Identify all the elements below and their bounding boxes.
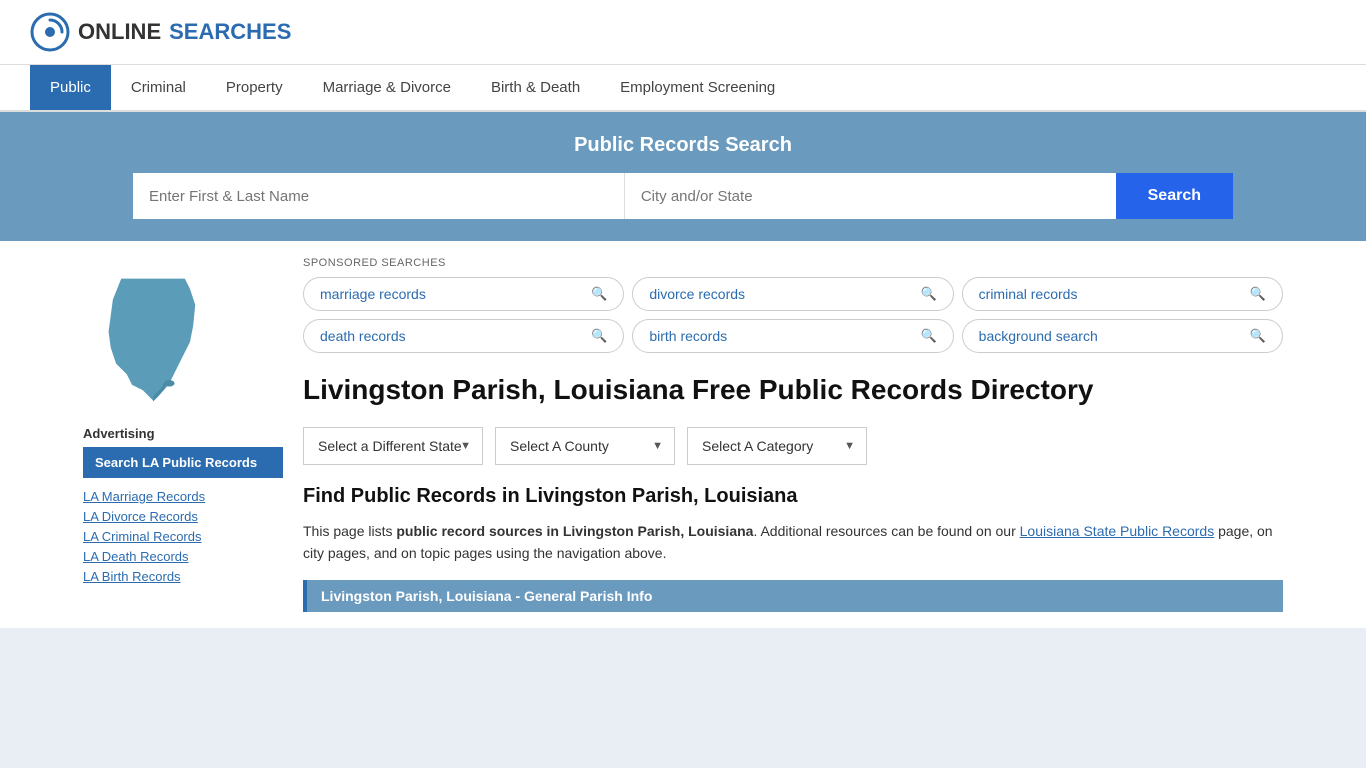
la-birth-records-link[interactable]: LA Birth Records (83, 569, 181, 584)
search-icon: 🔍 (591, 328, 607, 344)
main-content: SPONSORED SEARCHES marriage records 🔍 di… (303, 257, 1283, 612)
page-title: Livingston Parish, Louisiana Free Public… (303, 373, 1093, 407)
category-dropdown-wrapper: Select A Category (687, 427, 867, 465)
search-icon: 🔍 (591, 286, 607, 302)
list-item: LA Birth Records (83, 568, 283, 584)
search-icon: 🔍 (920, 328, 936, 344)
nav-item-marriage-divorce[interactable]: Marriage & Divorce (303, 65, 471, 110)
list-item: LA Criminal Records (83, 528, 283, 544)
sponsored-grid: marriage records 🔍 divorce records 🔍 cri… (303, 277, 1283, 353)
name-input[interactable] (133, 173, 625, 219)
dropdowns-row: Select a Different State Select A County… (303, 427, 1283, 465)
nav-item-property[interactable]: Property (206, 65, 303, 110)
sponsored-item-label: marriage records (320, 286, 426, 302)
nav-item-criminal[interactable]: Criminal (111, 65, 206, 110)
sponsored-item-death[interactable]: death records 🔍 (303, 319, 624, 353)
search-banner: Public Records Search Search (0, 112, 1366, 241)
logo-icon (30, 12, 70, 52)
sponsored-item-criminal[interactable]: criminal records 🔍 (962, 277, 1283, 311)
sponsored-item-label: death records (320, 328, 406, 344)
sponsored-item-birth[interactable]: birth records 🔍 (632, 319, 953, 353)
nav-item-public[interactable]: Public (30, 65, 111, 110)
sponsored-item-label: birth records (649, 328, 727, 344)
list-item: LA Divorce Records (83, 508, 283, 524)
find-records-title: Find Public Records in Livingston Parish… (303, 485, 1283, 508)
search-banner-title: Public Records Search (30, 134, 1336, 157)
sponsored-item-marriage[interactable]: marriage records 🔍 (303, 277, 624, 311)
sponsored-item-label: criminal records (979, 286, 1078, 302)
title-section: Livingston Parish, Louisiana Free Public… (303, 373, 1283, 407)
nav-item-employment[interactable]: Employment Screening (600, 65, 795, 110)
find-description: This page lists public record sources in… (303, 520, 1283, 565)
county-dropdown-wrapper: Select A County (495, 427, 675, 465)
description-part1: This page lists (303, 523, 396, 539)
search-form: Search (133, 173, 1233, 219)
parish-info-bar: Livingston Parish, Louisiana - General P… (303, 580, 1283, 612)
search-icon: 🔍 (1250, 328, 1266, 344)
main-nav: Public Criminal Property Marriage & Divo… (0, 65, 1366, 112)
logo: ONLINE SEARCHES (30, 12, 291, 52)
nav-item-birth-death[interactable]: Birth & Death (471, 65, 600, 110)
sponsored-item-divorce[interactable]: divorce records 🔍 (632, 277, 953, 311)
sponsored-label: SPONSORED SEARCHES (303, 257, 1283, 269)
search-icon: 🔍 (920, 286, 936, 302)
ad-button[interactable]: Search LA Public Records (83, 447, 283, 478)
location-input[interactable] (625, 173, 1116, 219)
county-dropdown[interactable]: Select A County (495, 427, 675, 465)
main-wrapper: Advertising Search LA Public Records LA … (63, 241, 1303, 628)
search-icon: 🔍 (1250, 286, 1266, 302)
logo-text-searches: SEARCHES (169, 19, 291, 45)
header: ONLINE SEARCHES (0, 0, 1366, 65)
sidebar: Advertising Search LA Public Records LA … (83, 257, 283, 612)
louisiana-map (83, 267, 223, 407)
list-item: LA Marriage Records (83, 488, 283, 504)
la-divorce-records-link[interactable]: LA Divorce Records (83, 509, 198, 524)
sponsored-item-label: background search (979, 328, 1098, 344)
sidebar-links: LA Marriage Records LA Divorce Records L… (83, 488, 283, 584)
la-criminal-records-link[interactable]: LA Criminal Records (83, 529, 202, 544)
state-dropdown[interactable]: Select a Different State (303, 427, 483, 465)
la-death-records-link[interactable]: LA Death Records (83, 549, 189, 564)
advertising-label: Advertising (83, 426, 283, 441)
logo-text-online: ONLINE (78, 19, 161, 45)
state-records-link[interactable]: Louisiana State Public Records (1020, 523, 1215, 539)
search-button[interactable]: Search (1116, 173, 1233, 219)
description-part2: . Additional resources can be found on o… (753, 523, 1019, 539)
description-bold: public record sources in Livingston Pari… (396, 523, 753, 539)
la-marriage-records-link[interactable]: LA Marriage Records (83, 489, 205, 504)
category-dropdown[interactable]: Select A Category (687, 427, 867, 465)
sponsored-item-background[interactable]: background search 🔍 (962, 319, 1283, 353)
sponsored-item-label: divorce records (649, 286, 745, 302)
state-dropdown-wrapper: Select a Different State (303, 427, 483, 465)
list-item: LA Death Records (83, 548, 283, 564)
